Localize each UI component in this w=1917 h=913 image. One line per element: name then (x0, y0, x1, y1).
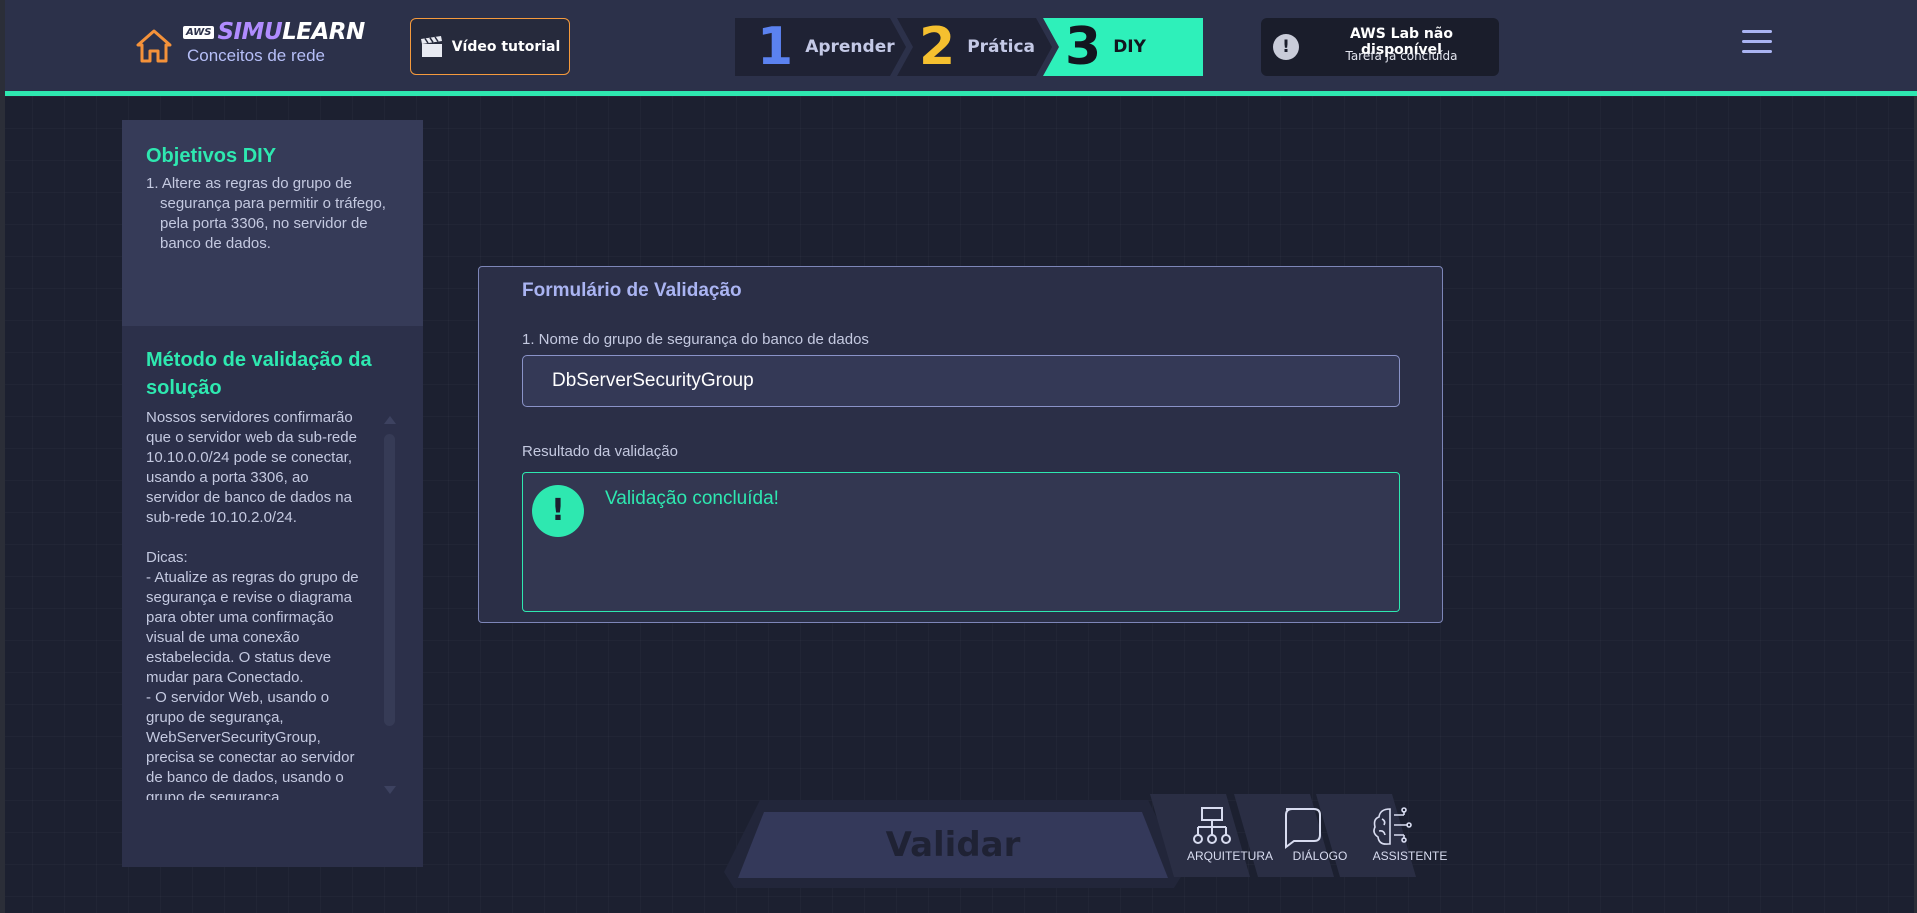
lab-status-subtitle: Tarefa já concluída (1345, 49, 1458, 63)
window-frame-left (0, 0, 5, 913)
scroll-down-arrow-icon[interactable] (384, 786, 396, 794)
hamburger-menu-icon[interactable] (1742, 30, 1772, 56)
simulearn-logo: AWS SIMULEARN Conceitos de rede (183, 19, 365, 66)
dialog-label: DIÁLOGO (1292, 849, 1348, 863)
question-label: 1. Nome do grupo de segurança do banco d… (522, 331, 869, 348)
step-label: Prática (967, 37, 1036, 57)
course-title: Conceitos de rede (187, 46, 325, 65)
validation-result-text: Validação concluída! (605, 488, 779, 509)
result-label: Resultado da validação (522, 443, 678, 460)
step-number: 2 (919, 17, 956, 77)
brain-circuit-icon[interactable] (1370, 805, 1414, 849)
validate-button-frame: Validar (724, 800, 1184, 888)
security-group-name-input[interactable] (522, 355, 1400, 407)
speech-bubble-icon[interactable] (1280, 805, 1324, 849)
validation-form: Formulário de Validação 1. Nome do grupo… (478, 266, 1443, 623)
clapperboard-icon (420, 35, 442, 57)
validate-button[interactable]: Validar (738, 812, 1168, 878)
header-bar: AWS SIMULEARN Conceitos de rede Vídeo tut… (5, 0, 1917, 96)
alert-icon: ! (1273, 34, 1299, 60)
step-number: 1 (757, 17, 794, 77)
validation-method-title: Método de validação da solução (146, 349, 372, 399)
video-tutorial-label: Vídeo tutorial (451, 38, 561, 55)
step-pratica[interactable]: 2 Prática (897, 18, 1052, 76)
video-tutorial-button[interactable]: Vídeo tutorial (410, 18, 570, 75)
logo-brand: SIMULEARN (217, 19, 365, 45)
step-aprender[interactable]: 1 Aprender (735, 18, 906, 76)
step-label: DIY (1113, 37, 1146, 57)
form-title: Formulário de Validação (522, 280, 742, 301)
validation-method-text: Nossos servidores confirmarão que o serv… (146, 409, 359, 800)
network-icon[interactable] (1190, 805, 1234, 849)
validation-method-panel[interactable]: Método de validação da solução Nossos se… (122, 326, 423, 867)
step-diy[interactable]: 3 DIY (1043, 18, 1203, 76)
lab-status-box: ! AWS Lab não disponível Tarefa já concl… (1261, 18, 1499, 76)
validation-result-box: ! Validação concluída! (522, 472, 1400, 612)
objectives-title: Objetivos DIY (146, 145, 277, 167)
step-number: 3 (1065, 17, 1102, 77)
objective-item: 1. Altere as regras do grupo de seguranç… (146, 175, 386, 252)
architecture-label: ARQUITETURA (1186, 849, 1273, 863)
scroll-up-arrow-icon[interactable] (384, 416, 396, 424)
scrollbar-thumb[interactable] (384, 434, 395, 726)
success-alert-icon: ! (532, 485, 584, 537)
home-icon[interactable] (136, 28, 172, 64)
logo-aws-mark: AWS (183, 25, 215, 39)
assistant-label: ASSISTENTE (1372, 849, 1448, 863)
step-label: Aprender (805, 37, 895, 57)
objectives-panel: Objetivos DIY 1. Altere as regras do gru… (122, 120, 423, 326)
